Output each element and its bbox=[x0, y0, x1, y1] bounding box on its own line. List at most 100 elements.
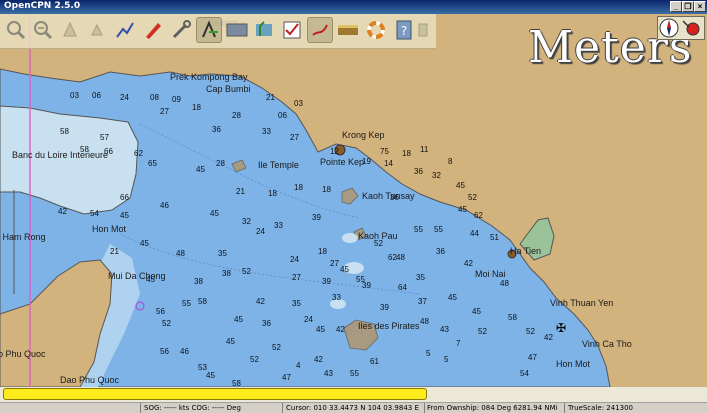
ais-button[interactable] bbox=[414, 17, 432, 43]
scale-out-icon bbox=[91, 23, 103, 36]
text-icon bbox=[226, 23, 248, 37]
depth-sounding: 45 bbox=[472, 307, 481, 316]
depth-sounding: 62 bbox=[388, 253, 397, 262]
place-name-label: i Ham Rong bbox=[0, 232, 46, 242]
depth-sounding: 58 bbox=[60, 127, 69, 136]
depth-sounding: 18 bbox=[322, 185, 331, 194]
depth-sounding: 08 bbox=[150, 93, 159, 102]
depth-sounding: 64 bbox=[398, 283, 407, 292]
depth-sounding: 12 bbox=[330, 147, 339, 156]
track-button[interactable] bbox=[140, 17, 166, 43]
depth-sounding: 21 bbox=[110, 247, 119, 256]
place-name-label: Krong Kep bbox=[342, 130, 385, 140]
depth-sounding: 45 bbox=[316, 325, 325, 334]
svg-text:?: ? bbox=[401, 24, 407, 38]
sog-cog-readout: SOG: ----- kts COG: ----- Deg bbox=[144, 404, 241, 412]
route-manager-icon bbox=[338, 25, 358, 35]
chart-bar[interactable] bbox=[3, 388, 427, 400]
depth-sounding: 58 bbox=[80, 145, 89, 154]
current-icon bbox=[256, 21, 272, 36]
zoom-out-icon bbox=[34, 21, 53, 40]
status-bar: SOG: ----- kts COG: ----- Deg Cursor: 01… bbox=[0, 402, 707, 413]
depth-sounding: 48 bbox=[396, 253, 405, 262]
depth-sounding: 36 bbox=[414, 167, 423, 176]
depth-sounding: 52 bbox=[272, 343, 281, 352]
close-button[interactable]: × bbox=[694, 1, 706, 12]
depth-sounding: 66 bbox=[104, 147, 113, 156]
restore-button[interactable]: ❐ bbox=[682, 1, 694, 12]
place-name-label: Mui Da Chong bbox=[108, 271, 166, 281]
settings-button[interactable] bbox=[168, 17, 194, 43]
place-name-label: Moi Nai bbox=[475, 269, 506, 279]
depth-sounding: 58 bbox=[508, 313, 517, 322]
scale-in-button[interactable] bbox=[57, 17, 83, 43]
route-icon bbox=[116, 22, 134, 38]
depth-sounding: 18 bbox=[294, 183, 303, 192]
follow-ship-icon bbox=[202, 20, 218, 38]
depth-sounding: 18 bbox=[318, 247, 327, 256]
depth-sounding: 21 bbox=[236, 187, 245, 196]
depth-sounding: 44 bbox=[470, 229, 479, 238]
current-button[interactable] bbox=[251, 17, 277, 43]
depth-sounding: 45 bbox=[146, 275, 155, 284]
depth-sounding: 45 bbox=[120, 211, 129, 220]
depth-sounding: 28 bbox=[216, 159, 225, 168]
depth-sounding: 48 bbox=[420, 317, 429, 326]
depth-sounding: 56 bbox=[160, 347, 169, 356]
depth-sounding: 11 bbox=[420, 145, 429, 154]
text-button[interactable] bbox=[224, 17, 250, 43]
depth-sounding: 21 bbox=[266, 93, 275, 102]
depth-sounding: 42 bbox=[314, 355, 323, 364]
depth-sounding: 03 bbox=[70, 91, 79, 100]
place-name-label: Banc du Loire Interieure bbox=[12, 150, 108, 160]
depth-sounding: 14 bbox=[384, 159, 393, 168]
depth-sounding: 5 bbox=[444, 355, 449, 364]
help-icon: ? bbox=[396, 20, 412, 40]
minimize-button[interactable]: _ bbox=[670, 1, 682, 12]
depth-sounding: 66 bbox=[120, 193, 129, 202]
depth-sounding: 33 bbox=[332, 293, 341, 302]
depth-sounding: 28 bbox=[232, 111, 241, 120]
follow-button[interactable] bbox=[196, 17, 222, 43]
depth-sounding: 32 bbox=[432, 171, 441, 180]
window-title: OpenCPN 2.5.0 bbox=[4, 1, 81, 11]
depth-sounding: 55 bbox=[356, 275, 365, 284]
depth-sounding: 55 bbox=[350, 369, 359, 378]
depth-sounding: 45 bbox=[456, 181, 465, 190]
depth-sounding: 42 bbox=[58, 207, 67, 216]
depth-sounding: 27 bbox=[292, 273, 301, 282]
depth-sounding: 75 bbox=[380, 147, 389, 156]
depth-sounding: 52 bbox=[468, 193, 477, 202]
depth-sounding: 56 bbox=[156, 307, 165, 316]
zoom-out-button[interactable] bbox=[30, 17, 56, 43]
depth-sounding: 45 bbox=[140, 239, 149, 248]
zoom-in-button[interactable] bbox=[3, 17, 29, 43]
route-button[interactable] bbox=[112, 17, 138, 43]
place-name-label: Vinh Thuan Yen bbox=[550, 298, 613, 308]
main-toolbar: ? bbox=[0, 14, 436, 49]
scale-out-button[interactable] bbox=[84, 17, 110, 43]
depth-sounding: 8 bbox=[448, 157, 453, 166]
depth-sounding: 65 bbox=[148, 159, 157, 168]
depth-sounding: 7 bbox=[456, 339, 461, 348]
depth-sounding: 48 bbox=[500, 279, 509, 288]
depth-sounding: 35 bbox=[416, 273, 425, 282]
depth-sounding: 51 bbox=[490, 233, 499, 242]
depth-sounding: 54 bbox=[90, 209, 99, 218]
depth-sounding: 35 bbox=[292, 299, 301, 308]
tide-button[interactable] bbox=[279, 17, 305, 43]
print-button[interactable] bbox=[307, 17, 333, 43]
depth-sounding: 5 bbox=[426, 349, 431, 358]
compass-widget[interactable] bbox=[657, 16, 705, 40]
depth-sounding: 24 bbox=[290, 255, 299, 264]
route-manager-button[interactable] bbox=[335, 17, 361, 43]
depth-sounding: 27 bbox=[290, 133, 299, 142]
depth-sounding: 45 bbox=[234, 315, 243, 324]
mob-button[interactable] bbox=[363, 17, 389, 43]
print-icon bbox=[312, 24, 328, 36]
depth-sounding: 18 bbox=[268, 189, 277, 198]
depth-sounding: 52 bbox=[162, 319, 171, 328]
place-name-label: Vinh Ca Tho bbox=[582, 339, 632, 349]
depth-sounding: 03 bbox=[294, 99, 303, 108]
depth-sounding: 47 bbox=[528, 353, 537, 362]
